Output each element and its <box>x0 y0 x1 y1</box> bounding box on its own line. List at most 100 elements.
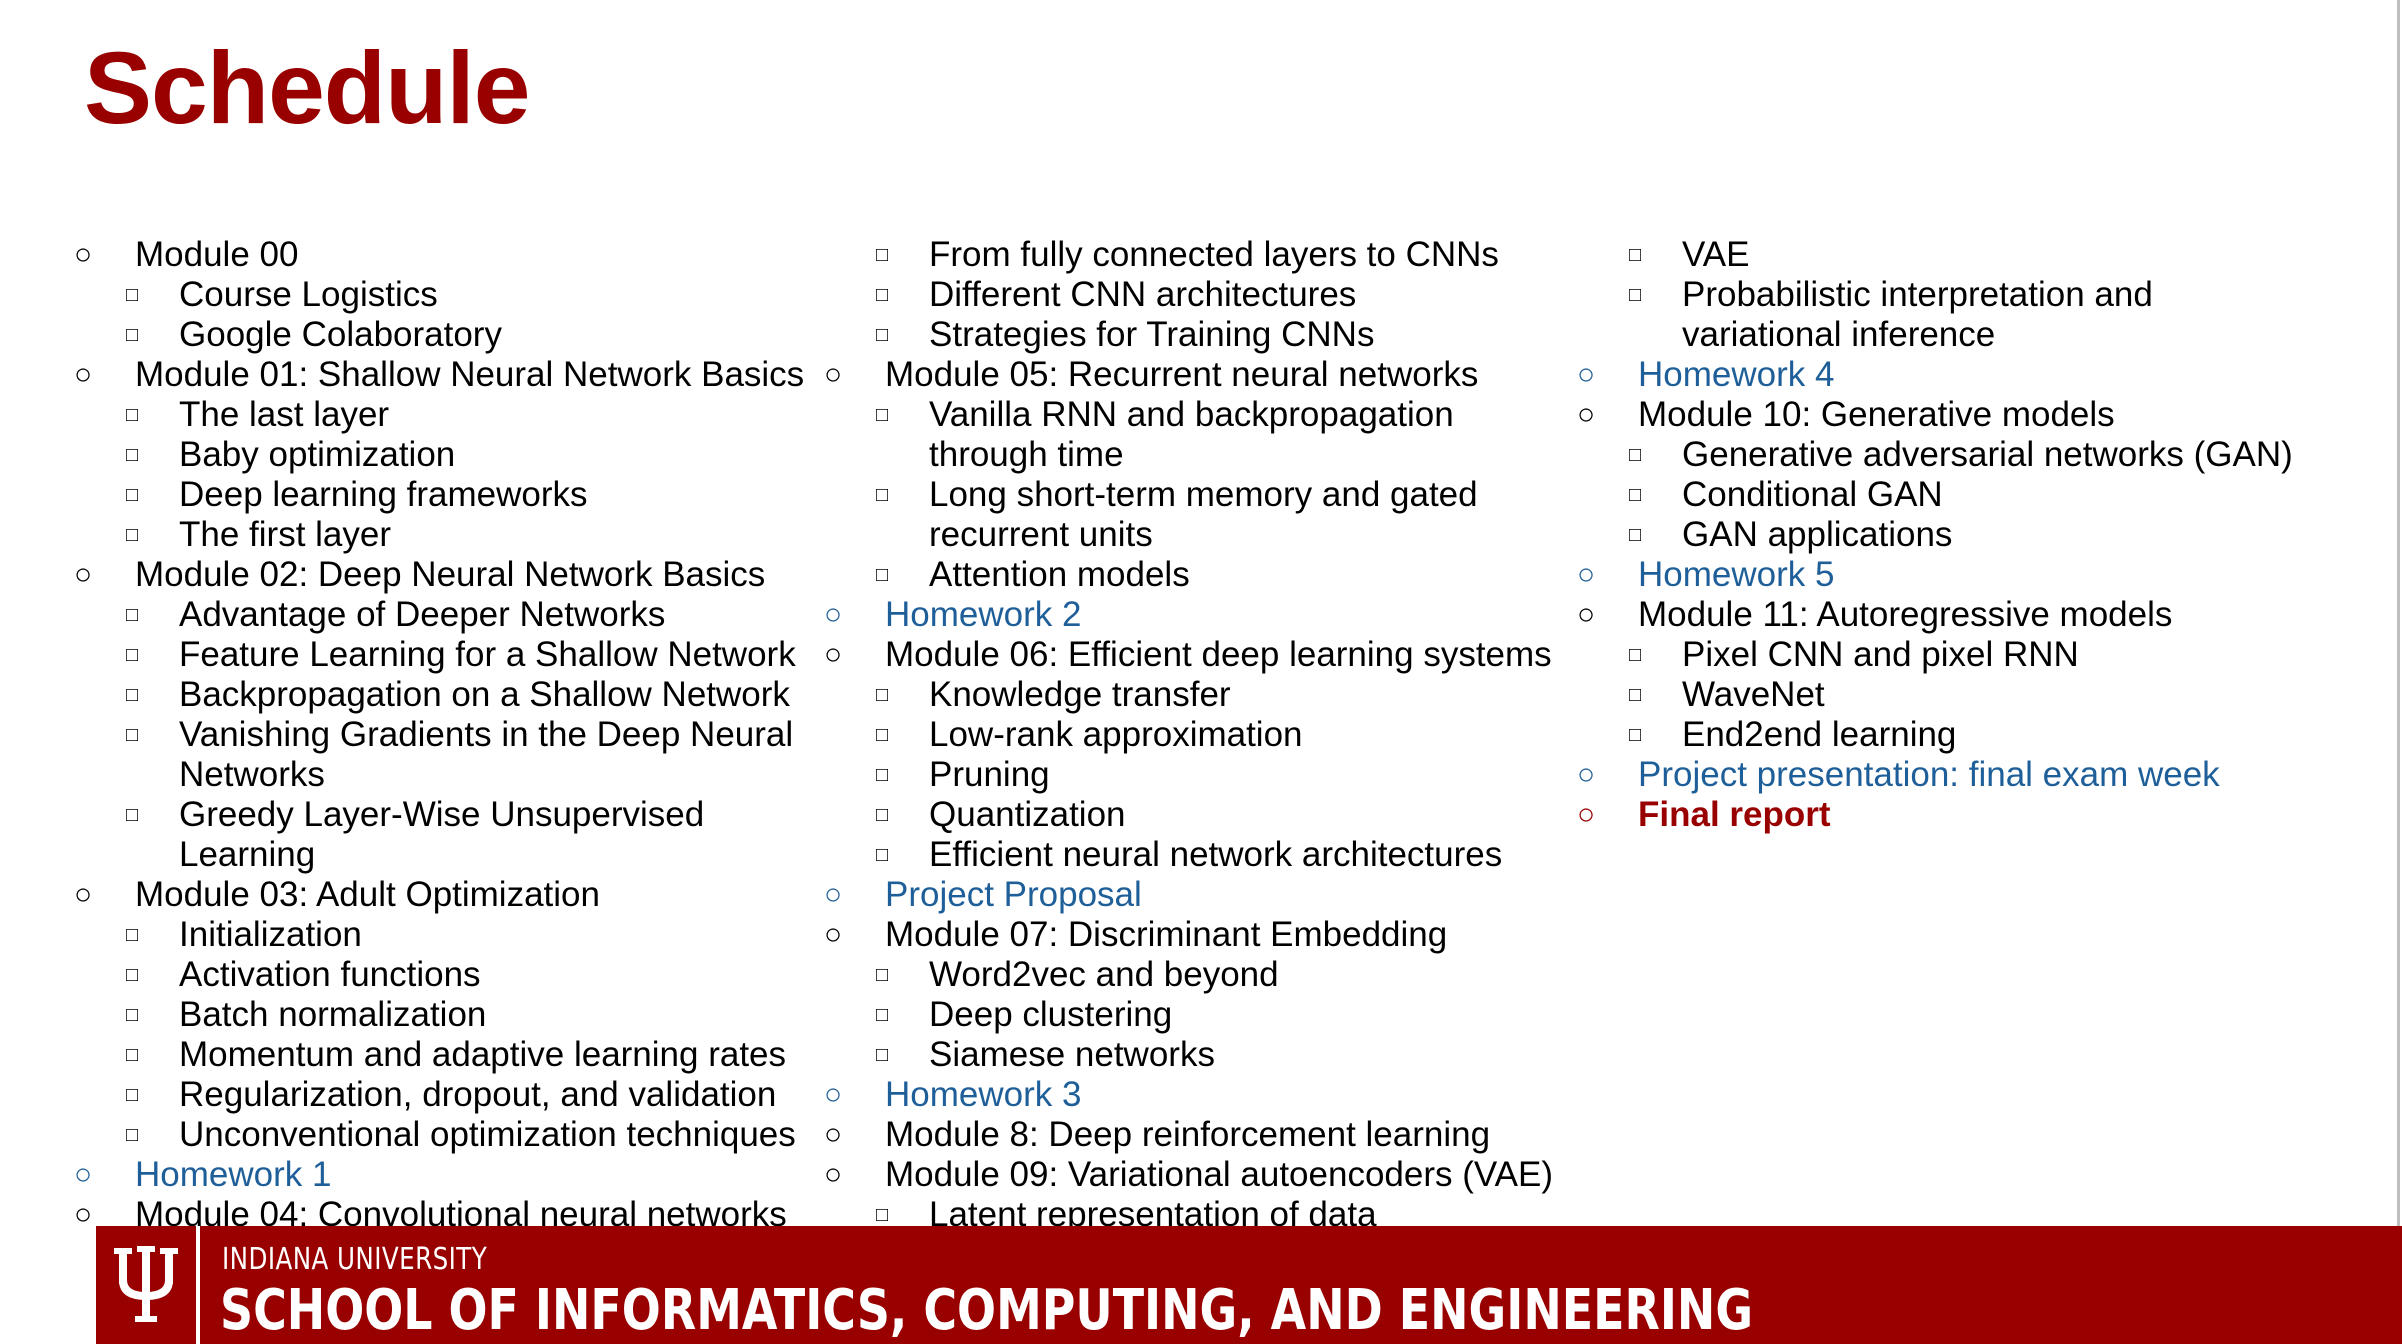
square-bullet-icon: □ <box>126 404 139 426</box>
hollow-circle-bullet-icon: ○ <box>824 918 843 951</box>
square-bullet-icon: □ <box>126 524 139 546</box>
schedule-item-text: Project Proposal <box>885 875 1142 914</box>
schedule-item: ○ Homework 2 <box>820 595 1580 635</box>
hollow-circle-bullet-icon: ○ <box>1577 798 1596 831</box>
schedule-subitem: □ Generative adversarial networks (GAN) <box>1573 435 2303 475</box>
schedule-subitem-text: Vanilla RNN and backpropagation through … <box>929 395 1454 474</box>
schedule-subitem-text: Word2vec and beyond <box>929 955 1279 994</box>
hollow-circle-bullet-icon: ○ <box>74 558 93 591</box>
schedule-subitem-text: Strategies for Training CNNs <box>929 315 1375 354</box>
schedule-subitem: □ Batch normalization <box>70 995 810 1035</box>
schedule-subitem-text: Activation functions <box>179 955 481 994</box>
schedule-item-text: Module 10: Generative models <box>1638 395 2115 434</box>
schedule-item: ○ Homework 3 <box>820 1075 1580 1115</box>
school-name: SCHOOL OF INFORMATICS, COMPUTING, AND EN… <box>220 1278 1754 1343</box>
square-bullet-icon: □ <box>126 284 139 306</box>
schedule-subitem-text: Regularization, dropout, and validation <box>179 1075 777 1114</box>
square-bullet-icon: □ <box>876 484 889 506</box>
schedule-item-text: Homework 5 <box>1638 555 1835 594</box>
schedule-subitem: □ VAE <box>1573 235 2303 275</box>
square-bullet-icon: □ <box>126 964 139 986</box>
schedule-item-text: Project presentation: final exam week <box>1638 755 2220 794</box>
square-bullet-icon: □ <box>1629 684 1642 706</box>
schedule-item-text: Homework 3 <box>885 1075 1082 1114</box>
hollow-circle-bullet-icon: ○ <box>74 1158 93 1191</box>
schedule-subitem: □ From fully connected layers to CNNs <box>820 235 1580 275</box>
schedule-item: ○ Module 01: Shallow Neural Network Basic… <box>70 355 810 395</box>
schedule-subitem: □ Efficient neural network architectures <box>820 835 1580 875</box>
schedule-subitem-text: Conditional GAN <box>1682 475 1943 514</box>
hollow-circle-bullet-icon: ○ <box>74 358 93 391</box>
schedule-subitem-text: Knowledge transfer <box>929 675 1231 714</box>
schedule-subitem-text: Google Colaboratory <box>179 315 502 354</box>
schedule-item: ○ Module 03: Adult Optimization <box>70 875 810 915</box>
schedule-subitem-text: Pixel CNN and pixel RNN <box>1682 635 2079 674</box>
schedule-column-2: □ From fully connected layers to CNNs □ Dif… <box>820 235 1580 1235</box>
schedule-subitem-text: Deep clustering <box>929 995 1173 1034</box>
square-bullet-icon: □ <box>126 644 139 666</box>
schedule-subitem-text: The last layer <box>179 395 390 434</box>
schedule-subitem: □ Conditional GAN <box>1573 475 2303 515</box>
schedule-subitem-text: Vanishing Gradients in the Deep Neural N… <box>179 715 794 794</box>
schedule-subitem: □ Deep learning frameworks <box>70 475 810 515</box>
schedule-subitem-text: Baby optimization <box>179 435 456 474</box>
square-bullet-icon: □ <box>1629 724 1642 746</box>
square-bullet-icon: □ <box>1629 524 1642 546</box>
schedule-subitem: □ Strategies for Training CNNs <box>820 315 1580 355</box>
square-bullet-icon: □ <box>1629 244 1642 266</box>
schedule-subitem: □ Low-rank approximation <box>820 715 1580 755</box>
schedule-subitem-text: Quantization <box>929 795 1126 834</box>
square-bullet-icon: □ <box>876 964 889 986</box>
schedule-subitem-text: Advantage of Deeper Networks <box>179 595 666 634</box>
schedule-subitem-text: Initialization <box>179 915 362 954</box>
logo-divider <box>196 1226 200 1344</box>
schedule-subitem: □ Probabilistic interpretation and variat… <box>1573 275 2303 355</box>
square-bullet-icon: □ <box>876 404 889 426</box>
schedule-item-text: Final report <box>1638 795 1831 834</box>
schedule-subitem: □ GAN applications <box>1573 515 2303 555</box>
schedule-item: ○ Project presentation: final exam week <box>1573 755 2303 795</box>
schedule-item: ○ Module 00 <box>70 235 810 275</box>
schedule-item-text: Module 02: Deep Neural Network Basics <box>135 555 766 594</box>
schedule-item-text: Module 01: Shallow Neural Network Basics <box>135 355 805 394</box>
schedule-subitem: □ Regularization, dropout, and validation <box>70 1075 810 1115</box>
schedule-item-text: Homework 1 <box>135 1155 332 1194</box>
square-bullet-icon: □ <box>876 284 889 306</box>
hollow-circle-bullet-icon: ○ <box>1577 558 1596 591</box>
hollow-circle-bullet-icon: ○ <box>824 878 843 911</box>
square-bullet-icon: □ <box>876 844 889 866</box>
schedule-subitem-text: Backpropagation on a Shallow Network <box>179 675 790 714</box>
footer-banner: INDIANA UNIVERSITY SCHOOL OF INFORMATICS… <box>0 1226 2402 1344</box>
hollow-circle-bullet-icon: ○ <box>824 598 843 631</box>
schedule-subitem: □ End2end learning <box>1573 715 2303 755</box>
schedule-subitem-text: Unconventional optimization techniques <box>179 1115 796 1154</box>
schedule-item-text: Module 09: Variational autoencoders (VAE… <box>885 1155 1553 1194</box>
schedule-subitem: □ Initialization <box>70 915 810 955</box>
hollow-circle-bullet-icon: ○ <box>74 238 93 271</box>
square-bullet-icon: □ <box>876 684 889 706</box>
university-name: INDIANA UNIVERSITY <box>222 1242 488 1277</box>
hollow-circle-bullet-icon: ○ <box>1577 358 1596 391</box>
schedule-item-text: Module 00 <box>135 235 299 274</box>
schedule-subitem: □ Pruning <box>820 755 1580 795</box>
schedule-subitem-text: Different CNN architectures <box>929 275 1357 314</box>
schedule-subitem: □ Siamese networks <box>820 1035 1580 1075</box>
schedule-item-text: Module 06: Efficient deep learning syste… <box>885 635 1552 674</box>
square-bullet-icon: □ <box>126 324 139 346</box>
schedule-subitem: □ Knowledge transfer <box>820 675 1580 715</box>
schedule-item-text: Homework 2 <box>885 595 1082 634</box>
schedule-item: ○ Module 10: Generative models <box>1573 395 2303 435</box>
square-bullet-icon: □ <box>876 804 889 826</box>
slide: Schedule ○ Module 00 □ Course Logistics □ Goo… <box>0 0 2402 1344</box>
square-bullet-icon: □ <box>876 564 889 586</box>
schedule-subitem: □ Activation functions <box>70 955 810 995</box>
square-bullet-icon: □ <box>876 1004 889 1026</box>
schedule-subitem-text: End2end learning <box>1682 715 1957 754</box>
schedule-subitem: □ Different CNN architectures <box>820 275 1580 315</box>
square-bullet-icon: □ <box>876 324 889 346</box>
schedule-item: ○ Module 02: Deep Neural Network Basics <box>70 555 810 595</box>
square-bullet-icon: □ <box>126 1004 139 1026</box>
hollow-circle-bullet-icon: ○ <box>824 1078 843 1111</box>
schedule-subitem: □ Pixel CNN and pixel RNN <box>1573 635 2303 675</box>
square-bullet-icon: □ <box>126 604 139 626</box>
